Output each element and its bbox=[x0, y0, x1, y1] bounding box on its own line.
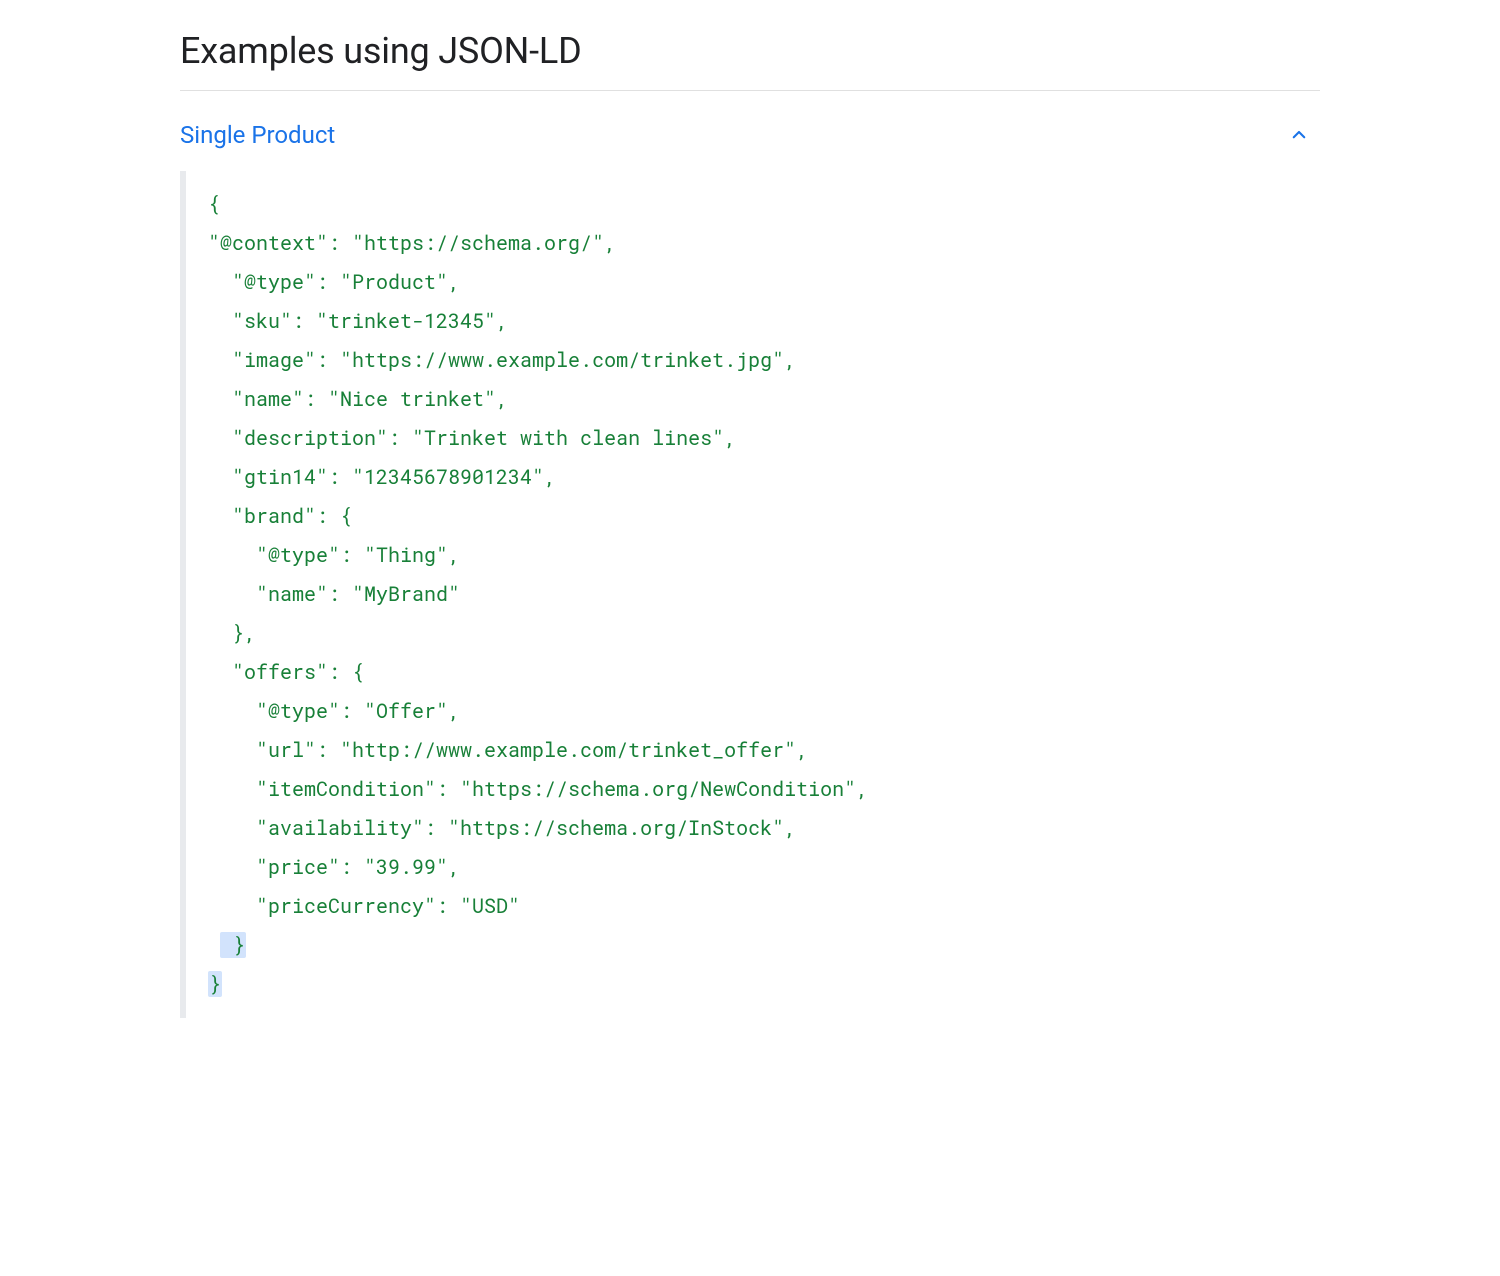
code-highlight: } bbox=[220, 932, 246, 958]
accordion-header[interactable]: Single Product bbox=[180, 115, 1320, 171]
chevron-up-icon bbox=[1290, 126, 1308, 144]
accordion-title: Single Product bbox=[180, 121, 335, 149]
page-container: Examples using JSON-LD Single Product { … bbox=[150, 0, 1350, 1058]
page-heading: Examples using JSON-LD bbox=[180, 30, 1320, 72]
code-block: { "@context": "https://schema.org/", "@t… bbox=[180, 171, 1320, 1018]
code-highlight: } bbox=[208, 971, 222, 997]
divider bbox=[180, 90, 1320, 91]
